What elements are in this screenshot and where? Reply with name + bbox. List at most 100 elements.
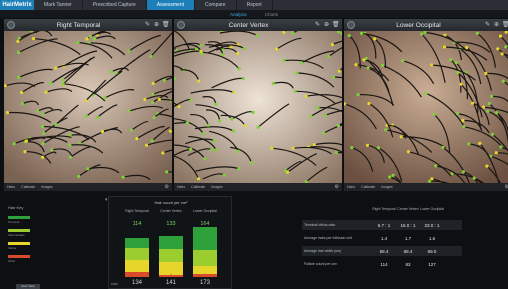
scalp-image[interactable] [4, 31, 172, 183]
panel-lower-occipital: Lower Occipital ✎ ⊕ 🗑 Hairs Calibrate Im… [344, 19, 508, 191]
images-button[interactable]: Images [211, 185, 222, 189]
legend-swatch [8, 216, 30, 219]
images-button[interactable]: Images [381, 185, 392, 189]
delete-icon[interactable]: 🗑 [162, 22, 170, 29]
edit-icon[interactable]: ✎ [314, 22, 321, 29]
panel-header: Center Vertex ✎ ⊕ 🗑 [174, 19, 342, 31]
delete-icon[interactable]: 🗑 [332, 22, 340, 29]
auto-tone-button[interactable]: Auto Tone [16, 284, 40, 289]
calibrate-button[interactable]: Calibrate [361, 185, 375, 189]
legend-label: Intermediate [8, 233, 25, 237]
bar-segment-terminal [159, 236, 183, 249]
rotate-icon[interactable] [7, 21, 15, 29]
scalp-image[interactable] [174, 31, 342, 183]
table-row: Average hairs per follicular unit 1.4 1.… [302, 233, 462, 243]
cell: 127 [428, 261, 436, 267]
cell: 16.0 : 1 [400, 222, 416, 228]
chart-col-total: 133 [166, 221, 176, 227]
app-logo[interactable]: HairMetrix [0, 0, 34, 10]
table-row: Follicle count per cm² 114 83 127 [302, 259, 462, 269]
nav-tab-assessment[interactable]: Assessment [146, 0, 196, 10]
cell: 1.7 [404, 235, 412, 241]
cell: 23.0 : 1 [424, 222, 440, 228]
cell: 69.0 [427, 248, 437, 254]
images-button[interactable]: Images [41, 185, 52, 189]
row-label: Terminal:Vellus ratio [304, 223, 336, 227]
cell: 6.7 : 1 [377, 222, 391, 228]
bar-segment-intermediate [193, 250, 217, 267]
chart-col-label: Lower Occipital [193, 209, 217, 213]
top-nav: HairMetrix Mark Tanner Prescribed Captur… [0, 0, 508, 10]
chart-bottom-total: 134 [131, 280, 142, 286]
panel-header: Lower Occipital ✎ ⊕ 🗑 [344, 19, 508, 31]
calibrate-button[interactable]: Calibrate [191, 185, 205, 189]
row-label: Average hairs per follicular unit [304, 236, 352, 240]
bar-segment-vellus [125, 259, 149, 273]
panel-footer: Hairs Calibrate Images ⚙ [174, 183, 342, 191]
legend-title: Hair Key [8, 205, 24, 210]
subtab-charts[interactable]: Charts [265, 12, 278, 17]
other-count: 9 [204, 273, 206, 277]
delete-icon[interactable]: 🗑 [502, 22, 508, 29]
bar-segment-terminal [125, 238, 149, 249]
edit-icon[interactable]: ✎ [144, 22, 151, 29]
scalp-image[interactable] [344, 31, 508, 183]
calibrate-button[interactable]: Calibrate [21, 185, 35, 189]
edit-icon[interactable]: ✎ [484, 22, 491, 29]
zoom-icon[interactable]: ⊕ [153, 22, 160, 29]
row-label: Average hair width (um) [304, 249, 342, 253]
cell: 83 [405, 261, 411, 267]
nav-tab-report[interactable]: Report [237, 0, 273, 10]
table-col-header: Lower Occipital [420, 207, 444, 211]
chart-col-total: 114 [132, 221, 142, 227]
hairs-toggle[interactable]: Hairs [7, 185, 15, 189]
table-row: Terminal:Vellus ratio 6.7 : 1 16.0 : 1 2… [302, 220, 462, 230]
metrics-table: Right Temporal Center Vertex Lower Occip… [302, 207, 462, 272]
sub-nav: Analysis Charts [0, 10, 508, 18]
zoom-icon[interactable]: ⊕ [323, 22, 330, 29]
chart-title: Hair count per cm² [154, 200, 188, 205]
chart-bottom-total: 173 [199, 280, 210, 286]
other-count: 17 [135, 273, 139, 277]
nav-tab-compare[interactable]: Compare [195, 0, 237, 10]
bar-segment-intermediate [125, 248, 149, 260]
panel-right-temporal: Right Temporal ✎ ⊕ 🗑 Hairs Calibrate Ima… [4, 19, 172, 191]
settings-icon[interactable]: ⚙ [505, 184, 508, 190]
cell: 58.4 [379, 248, 389, 254]
settings-icon[interactable]: ⚙ [165, 184, 169, 190]
row-label: Follicle count per cm² [304, 262, 338, 266]
cell: 114 [380, 261, 388, 267]
legend-swatch [8, 242, 30, 245]
table-col-header: Center Vertex [397, 207, 419, 211]
legend-label: Vellus [8, 246, 17, 250]
nav-tab-capture[interactable]: Prescribed Capture [83, 0, 147, 10]
legend-label: Terminal [8, 220, 20, 224]
hairs-toggle[interactable]: Hairs [347, 185, 355, 189]
rotate-icon[interactable] [347, 21, 355, 29]
table-row: Average hair width (um) 58.4 68.4 69.0 [302, 246, 462, 256]
cell: 68.4 [403, 248, 413, 254]
legend-item: Intermediate [8, 229, 48, 237]
legend-item: Terminal [8, 216, 48, 224]
nav-tab-patient[interactable]: Mark Tanner [34, 0, 83, 10]
settings-icon[interactable]: ⚙ [335, 184, 339, 190]
panel-footer: Hairs Calibrate Images ⚙ [4, 183, 172, 191]
chart-col-label: Center Vertex [160, 209, 182, 213]
hair-legend: Hair Key Terminal Intermediate Vellus Ot… [8, 205, 48, 268]
legend-label: Other [8, 259, 16, 263]
legend-item: Vellus [8, 242, 48, 250]
rotate-icon[interactable] [177, 21, 185, 29]
bar-segment-intermediate [159, 248, 183, 262]
legend-swatch [8, 229, 30, 232]
bar-segment-terminal [193, 227, 217, 251]
hair-count-chart: ▾ Hair count per cm² Right Temporal Cent… [105, 196, 232, 289]
panel-center-vertex: Center Vertex ✎ ⊕ 🗑 Hairs Calibrate Imag… [174, 19, 342, 191]
hairs-toggle[interactable]: Hairs [177, 185, 185, 189]
panel-title: Center Vertex [228, 21, 269, 29]
collapse-icon[interactable]: ▾ [105, 197, 108, 203]
cell: 1.4 [380, 235, 388, 241]
subtab-analysis[interactable]: Analysis [230, 12, 247, 17]
legend-swatch [8, 255, 30, 258]
cell: 1.6 [428, 235, 436, 241]
zoom-icon[interactable]: ⊕ [493, 22, 500, 29]
